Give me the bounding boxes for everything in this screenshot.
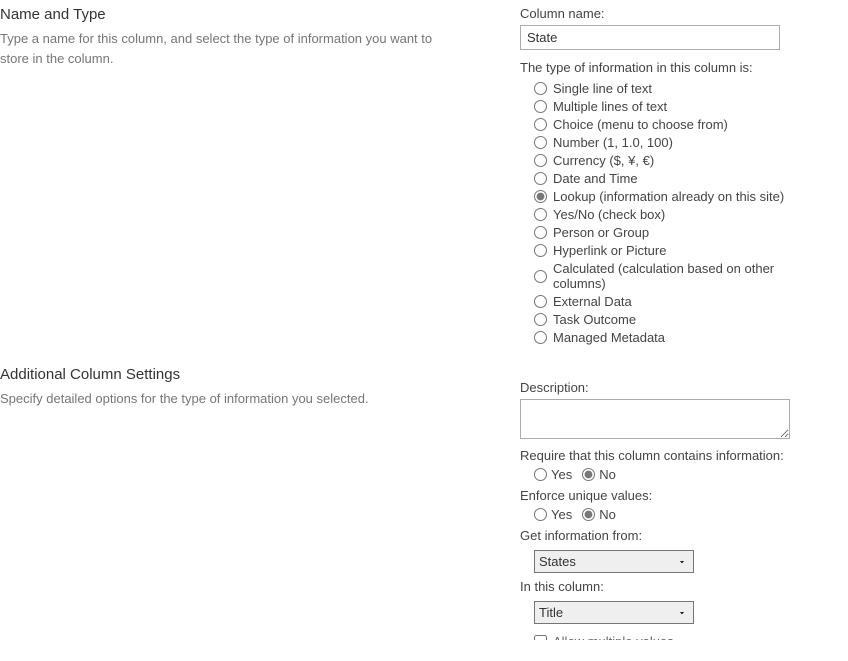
type-radio[interactable] (534, 244, 547, 257)
type-radio[interactable] (534, 226, 547, 239)
type-option-row: Number (1, 1.0, 100) (534, 135, 828, 150)
type-radio[interactable] (534, 172, 547, 185)
type-radio[interactable] (534, 100, 547, 113)
type-radio[interactable] (534, 208, 547, 221)
type-option-row: External Data (534, 294, 828, 309)
get-info-select[interactable]: States (534, 550, 694, 573)
require-yes-label: Yes (551, 467, 572, 482)
section-name-type: Name and Type Type a name for this colum… (0, 6, 848, 348)
require-no-radio[interactable] (582, 468, 595, 481)
type-option-row: Lookup (information already on this site… (534, 189, 828, 204)
require-label: Require that this column contains inform… (520, 448, 828, 463)
type-option-label: Calculated (calculation based on other c… (553, 261, 828, 291)
type-option-row: Person or Group (534, 225, 828, 240)
type-option-row: Yes/No (check box) (534, 207, 828, 222)
type-option-row: Hyperlink or Picture (534, 243, 828, 258)
type-option-label: Task Outcome (553, 312, 636, 327)
type-option-label: Lookup (information already on this site… (553, 189, 784, 204)
unique-no-label: No (599, 507, 616, 522)
type-radio[interactable] (534, 313, 547, 326)
allow-multiple-checkbox[interactable] (534, 635, 547, 640)
type-option-label: Hyperlink or Picture (553, 243, 666, 258)
in-column-select[interactable]: Title (534, 601, 694, 624)
unique-label: Enforce unique values: (520, 488, 828, 503)
type-radio[interactable] (534, 118, 547, 131)
require-yes-radio[interactable] (534, 468, 547, 481)
type-option-row: Single line of text (534, 81, 828, 96)
allow-multiple-label: Allow multiple values (553, 634, 674, 640)
section-title-name-type: Name and Type (0, 6, 460, 23)
type-option-row: Date and Time (534, 171, 828, 186)
type-radio[interactable] (534, 154, 547, 167)
type-radio-group: Single line of text Multiple lines of tex… (534, 81, 828, 345)
unique-yes-label: Yes (551, 507, 572, 522)
get-info-label: Get information from: (520, 528, 828, 543)
description-textarea[interactable] (520, 399, 790, 439)
type-radio[interactable] (534, 331, 547, 344)
type-label: The type of information in this column i… (520, 60, 828, 75)
type-option-label: Person or Group (553, 225, 649, 240)
description-label: Description: (520, 380, 828, 395)
unique-yes-radio[interactable] (534, 508, 547, 521)
section-desc-additional: Specify detailed options for the type of… (0, 389, 460, 409)
type-option-row: Task Outcome (534, 312, 828, 327)
column-name-label: Column name: (520, 6, 828, 21)
section-title-additional: Additional Column Settings (0, 366, 460, 383)
type-option-label: Number (1, 1.0, 100) (553, 135, 673, 150)
type-radio[interactable] (534, 82, 547, 95)
type-radio[interactable] (534, 295, 547, 308)
type-option-row: Multiple lines of text (534, 99, 828, 114)
column-name-input[interactable] (520, 25, 780, 50)
type-option-label: Single line of text (553, 81, 652, 96)
type-option-label: Date and Time (553, 171, 638, 186)
in-column-label: In this column: (520, 579, 828, 594)
type-option-label: Yes/No (check box) (553, 207, 665, 222)
section-desc-name-type: Type a name for this column, and select … (0, 29, 460, 68)
type-option-label: Multiple lines of text (553, 99, 667, 114)
type-option-row: Currency ($, ¥, €) (534, 153, 828, 168)
type-option-label: Choice (menu to choose from) (553, 117, 728, 132)
type-option-label: Managed Metadata (553, 330, 665, 345)
unique-no-radio[interactable] (582, 508, 595, 521)
unique-radio-group: Yes No (534, 507, 828, 522)
section-additional-settings: Additional Column Settings Specify detai… (0, 366, 848, 640)
type-option-row: Calculated (calculation based on other c… (534, 261, 828, 291)
type-option-label: External Data (553, 294, 632, 309)
type-option-row: Managed Metadata (534, 330, 828, 345)
type-radio[interactable] (534, 190, 547, 203)
type-radio[interactable] (534, 270, 547, 283)
type-option-row: Choice (menu to choose from) (534, 117, 828, 132)
require-no-label: No (599, 467, 616, 482)
type-option-label: Currency ($, ¥, €) (553, 153, 654, 168)
require-radio-group: Yes No (534, 467, 828, 482)
type-radio[interactable] (534, 136, 547, 149)
